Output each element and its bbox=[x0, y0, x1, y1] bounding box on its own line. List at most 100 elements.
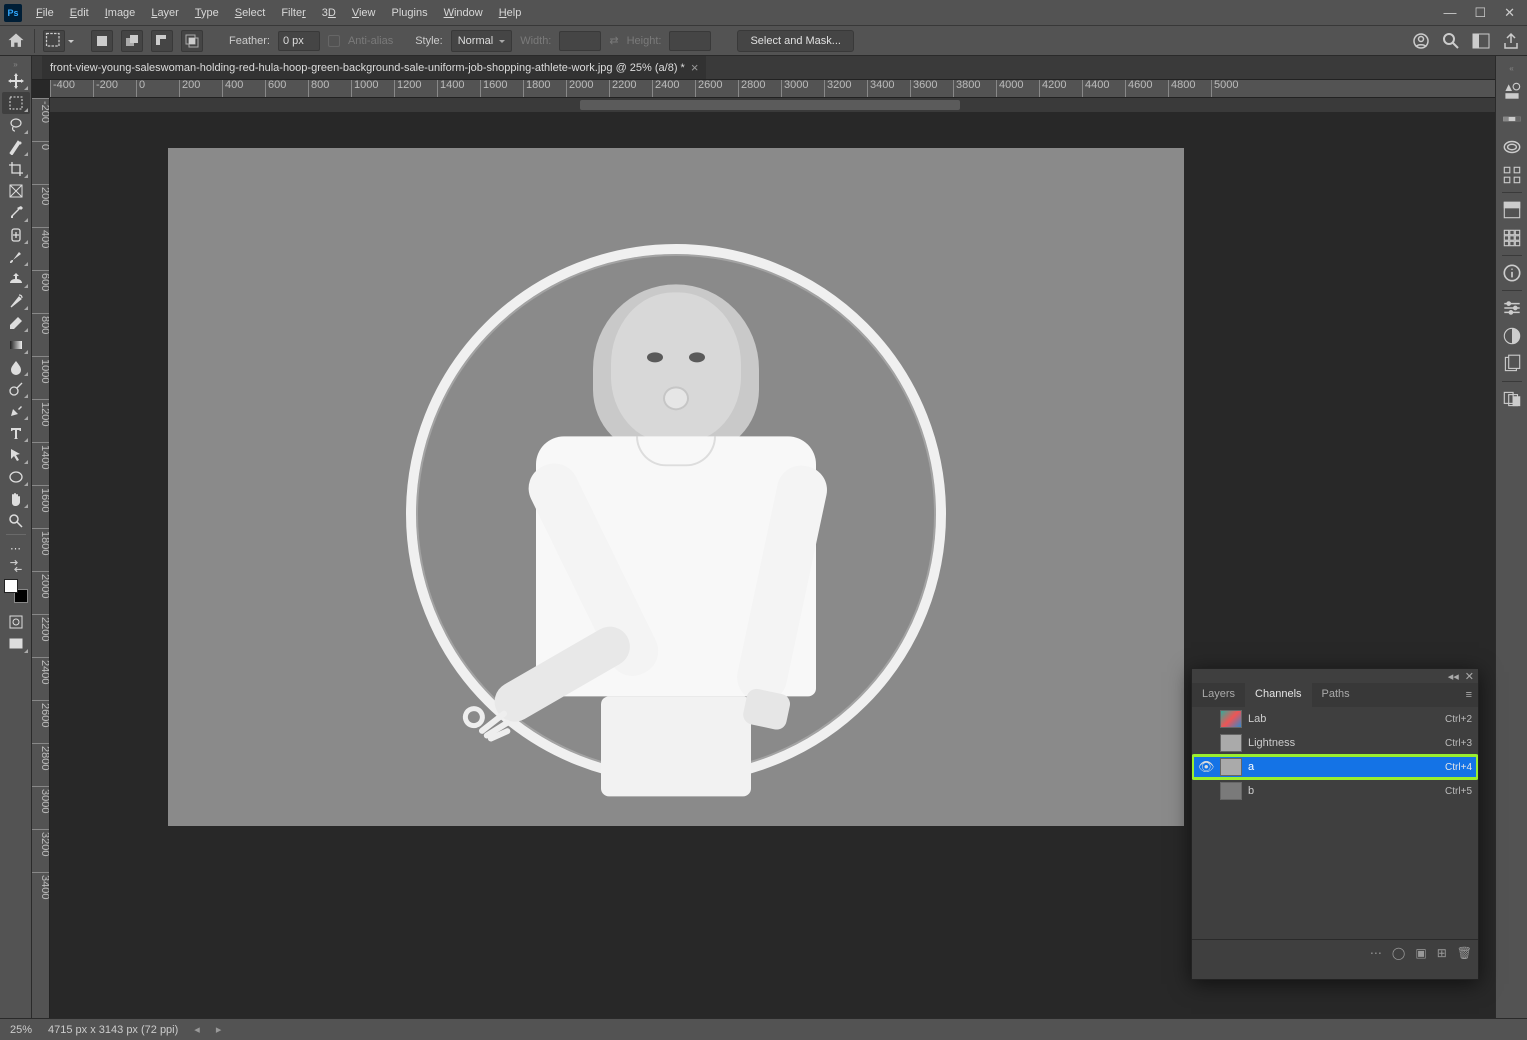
panel-menu-icon[interactable]: ≡ bbox=[1460, 683, 1478, 707]
healing-brush-tool[interactable] bbox=[2, 224, 30, 246]
pen-tool[interactable] bbox=[2, 400, 30, 422]
foreground-color[interactable] bbox=[4, 579, 18, 593]
horizontal-scrollbar[interactable] bbox=[50, 98, 1527, 112]
menu-plugins[interactable]: Plugins bbox=[384, 3, 436, 23]
gradient-tool[interactable] bbox=[2, 334, 30, 356]
new-channel-icon[interactable]: ⊞ bbox=[1437, 946, 1447, 960]
window-controls: — ☐ ✕ bbox=[1443, 5, 1523, 21]
antialias-checkbox bbox=[328, 35, 340, 47]
menu-type[interactable]: Type bbox=[187, 3, 227, 23]
subtract-selection-button[interactable] bbox=[151, 30, 173, 52]
quick-mask-mode[interactable] bbox=[2, 611, 30, 633]
add-selection-button[interactable] bbox=[121, 30, 143, 52]
frame-tool[interactable] bbox=[2, 180, 30, 202]
search-icon[interactable] bbox=[1441, 31, 1461, 51]
clone-stamp-tool[interactable] bbox=[2, 268, 30, 290]
ruler-vertical[interactable]: -200020040060080010001200140016001800200… bbox=[32, 98, 50, 1018]
brush-tool[interactable] bbox=[2, 246, 30, 268]
dock-layers-icon[interactable] bbox=[1501, 388, 1523, 410]
intersect-selection-button[interactable] bbox=[181, 30, 203, 52]
tab-layers[interactable]: Layers bbox=[1192, 683, 1245, 707]
menu-image[interactable]: Image bbox=[97, 3, 144, 23]
quick-selection-tool[interactable] bbox=[2, 136, 30, 158]
document-tab-close[interactable]: × bbox=[691, 60, 699, 75]
screen-mode[interactable] bbox=[2, 633, 30, 655]
lasso-tool[interactable] bbox=[2, 114, 30, 136]
expand-tools[interactable]: » bbox=[2, 58, 30, 70]
shape-tool[interactable] bbox=[2, 466, 30, 488]
new-selection-button[interactable] bbox=[91, 30, 113, 52]
menu-file[interactable]: File bbox=[28, 3, 62, 23]
channel-row-lightness[interactable]: LightnessCtrl+3 bbox=[1192, 731, 1478, 755]
delete-channel-icon[interactable]: 🗑 bbox=[1457, 946, 1472, 960]
tab-channels[interactable]: Channels bbox=[1245, 683, 1311, 707]
dodge-tool[interactable] bbox=[2, 378, 30, 400]
menu-edit[interactable]: Edit bbox=[62, 3, 97, 23]
style-select[interactable]: Normal bbox=[451, 30, 512, 52]
path-selection-tool[interactable] bbox=[2, 444, 30, 466]
menu-filter[interactable]: Filter bbox=[273, 3, 313, 23]
channel-name: Lightness bbox=[1248, 737, 1439, 749]
load-as-selection-icon[interactable]: ◯ bbox=[1392, 946, 1405, 960]
panel-collapse-icon[interactable]: ◂◂ bbox=[1448, 670, 1459, 683]
color-swatches[interactable] bbox=[4, 579, 28, 603]
panel-close-icon[interactable]: ✕ bbox=[1465, 670, 1474, 683]
menu-layer[interactable]: Layer bbox=[143, 3, 187, 23]
channel-name: Lab bbox=[1248, 713, 1439, 725]
blur-tool[interactable] bbox=[2, 356, 30, 378]
status-arrow-left[interactable]: ◂ bbox=[194, 1023, 200, 1036]
share-icon[interactable] bbox=[1501, 31, 1521, 51]
feather-input[interactable] bbox=[278, 31, 320, 51]
loading-dots-icon: ⋯ bbox=[1370, 946, 1382, 960]
crop-tool[interactable] bbox=[2, 158, 30, 180]
menu-view[interactable]: View bbox=[344, 3, 384, 23]
dock-gradients-icon[interactable] bbox=[1501, 136, 1523, 158]
maximize-button[interactable]: ☐ bbox=[1474, 5, 1486, 21]
select-and-mask-button[interactable]: Select and Mask... bbox=[737, 30, 854, 52]
minimize-button[interactable]: — bbox=[1443, 5, 1456, 21]
dock-sliders-icon[interactable] bbox=[1501, 297, 1523, 319]
menu-help[interactable]: Help bbox=[491, 3, 530, 23]
menu-select[interactable]: Select bbox=[227, 3, 274, 23]
marquee-tool[interactable] bbox=[2, 92, 30, 114]
zoom-tool[interactable] bbox=[2, 510, 30, 532]
cloud-docs-icon[interactable] bbox=[1411, 31, 1431, 51]
channel-row-b[interactable]: bCtrl+5 bbox=[1192, 779, 1478, 803]
dock-properties-icon[interactable] bbox=[1501, 199, 1523, 221]
document-info[interactable]: 4715 px x 3143 px (72 ppi) bbox=[48, 1024, 178, 1036]
dock-adjustments-icon[interactable] bbox=[1501, 227, 1523, 249]
move-tool[interactable] bbox=[2, 70, 30, 92]
hand-tool[interactable] bbox=[2, 488, 30, 510]
channel-visibility-icon[interactable]: 👁 bbox=[1198, 759, 1214, 775]
menu-window[interactable]: Window bbox=[436, 3, 491, 23]
dock-info-icon[interactable] bbox=[1501, 262, 1523, 284]
channel-row-a[interactable]: 👁aCtrl+4 bbox=[1192, 755, 1478, 779]
home-button[interactable] bbox=[6, 31, 26, 51]
dock-swatches-icon[interactable] bbox=[1501, 108, 1523, 130]
dock-circle-half-icon[interactable] bbox=[1501, 325, 1523, 347]
dock-libraries-icon[interactable] bbox=[1501, 353, 1523, 375]
image-person bbox=[516, 292, 836, 796]
history-brush-tool[interactable] bbox=[2, 290, 30, 312]
ruler-horizontal[interactable]: -400-20002004006008001000120014001600180… bbox=[50, 80, 1527, 98]
eraser-tool[interactable] bbox=[2, 312, 30, 334]
channels-list: LabCtrl+2LightnessCtrl+3👁aCtrl+4bCtrl+5 bbox=[1192, 707, 1478, 939]
menu-3d[interactable]: 3D bbox=[314, 3, 344, 23]
status-arrow-right[interactable]: ▸ bbox=[216, 1023, 222, 1036]
close-button[interactable]: ✕ bbox=[1504, 5, 1515, 21]
dock-color-icon[interactable] bbox=[1501, 80, 1523, 102]
zoom-level[interactable]: 25% bbox=[10, 1024, 32, 1036]
collapse-dock[interactable]: « bbox=[1501, 62, 1523, 74]
tab-paths[interactable]: Paths bbox=[1312, 683, 1360, 707]
save-selection-icon[interactable]: ▣ bbox=[1415, 946, 1426, 960]
channel-row-lab[interactable]: LabCtrl+2 bbox=[1192, 707, 1478, 731]
dock-patterns-icon[interactable] bbox=[1501, 164, 1523, 186]
eyedropper-tool[interactable] bbox=[2, 202, 30, 224]
tool-preset-picker[interactable] bbox=[43, 30, 65, 52]
swap-colors-icon[interactable] bbox=[2, 559, 30, 573]
type-tool[interactable] bbox=[2, 422, 30, 444]
edit-toolbar[interactable]: ⋯ bbox=[2, 537, 30, 559]
document-tab[interactable]: front-view-young-saleswoman-holding-red-… bbox=[42, 56, 706, 79]
panel-tabs: Layers Channels Paths ≡ bbox=[1192, 683, 1478, 707]
workspace-switcher[interactable] bbox=[1471, 31, 1491, 51]
